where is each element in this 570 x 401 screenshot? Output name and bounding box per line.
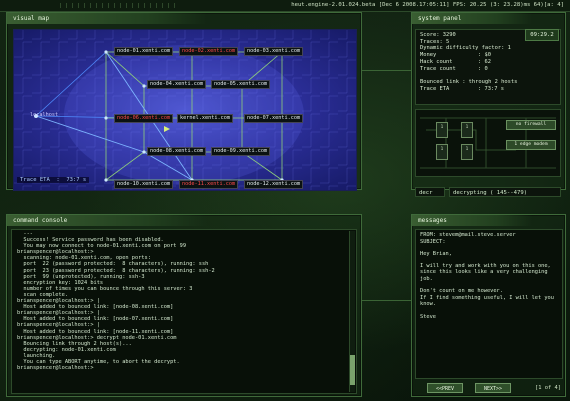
stat-trace-eta-value: : 73:7 s xyxy=(478,85,504,92)
visual-map-title: visual map xyxy=(7,13,207,24)
command-console-panel: command console --- Success! Service pas… xyxy=(6,214,362,397)
stat-traces: Traces: 5 xyxy=(420,38,450,45)
decrypt-label: decr xyxy=(415,187,445,197)
node-03[interactable]: node-03.xenti.com xyxy=(244,47,304,56)
message-navigation: <<PREV NEXT>> [1 of 4] xyxy=(415,383,563,393)
message-subject: SUBJECT: xyxy=(420,239,446,246)
stat-bounced-link: Bounced link : through 2 hosts xyxy=(420,78,518,85)
stat-row: Trace ETA : 73:7 s xyxy=(420,86,556,93)
stat-row xyxy=(420,72,556,79)
console-line: brianspencer@localhost:> xyxy=(17,365,97,372)
map-trace-label: Trace ETA xyxy=(20,177,50,183)
stat-row: Money : $0 xyxy=(420,52,556,59)
memory-chip-icon[interactable]: 1 xyxy=(461,122,473,138)
stat-money-value: : $0 xyxy=(478,52,491,59)
firewall-button[interactable]: no firewall xyxy=(506,120,556,130)
next-message-button[interactable]: NEXT>> xyxy=(475,383,511,393)
node-12[interactable]: node-12.xenti.com xyxy=(244,180,304,189)
node-11[interactable]: node-11.xenti.com xyxy=(179,180,239,189)
engine-status-text: heut.engine-2.01.024.beta [Dec 6 2008.17… xyxy=(291,2,564,8)
node-09[interactable]: node-09.xenti.com xyxy=(211,147,271,156)
stat-hack-value: : 62 xyxy=(478,58,491,65)
command-console-title: command console xyxy=(7,215,207,226)
stat-trace-count-value: : 0 xyxy=(478,65,488,72)
stat-score: Score: 3290 xyxy=(420,32,456,38)
stat-row: Hack count : 62 xyxy=(420,59,556,66)
engine-status-bar: heut.engine-2.01.024.beta [Dec 6 2008.17… xyxy=(0,0,570,12)
stat-row: Trace count : 0 xyxy=(420,66,556,73)
map-trace-value: 73:7 s xyxy=(66,177,87,183)
message-body: Hey Brian, I will try and work with you … xyxy=(420,250,554,320)
stat-hack-label: Hack count xyxy=(420,58,453,65)
node-10[interactable]: node-10.xenti.com xyxy=(114,180,174,189)
message-from: FROM: stevem@mail.steve.server xyxy=(420,232,516,238)
stat-row: Dynamic difficulty factor: 1 xyxy=(420,45,556,52)
divider xyxy=(362,70,411,71)
stat-money-label: Money xyxy=(420,52,437,59)
memory-chip-icon[interactable]: 1 xyxy=(461,144,473,160)
message-page-indicator: [1 of 4] xyxy=(535,385,561,391)
node-04[interactable]: node-04.xenti.com xyxy=(147,80,207,89)
modem-button[interactable]: 1 edge modem xyxy=(506,140,556,150)
game-clock: 09:29.2 xyxy=(525,29,559,41)
visual-map-panel: visual map localhost node-01.xenti.com n… xyxy=(6,12,362,191)
divider xyxy=(362,300,411,301)
node-08[interactable]: node-08.xenti.com xyxy=(147,147,207,156)
message-view: FROM: stevem@mail.steve.server SUBJECT: … xyxy=(415,229,563,379)
network-map[interactable]: localhost node-01.xenti.com node-02.xent… xyxy=(13,29,357,191)
system-panel: system panel Score: 3290 Traces: 5 Dynam… xyxy=(411,12,566,197)
console-lines: --- Success! Service password has been d… xyxy=(12,230,356,371)
console-scroll-thumb[interactable] xyxy=(350,355,355,385)
prev-message-button[interactable]: <<PREV xyxy=(427,383,463,393)
system-panel-title: system panel xyxy=(412,13,532,24)
cpu-chip-icon[interactable]: 1 xyxy=(436,122,448,138)
console-output[interactable]: --- Success! Service password has been d… xyxy=(11,229,357,394)
kernel-node[interactable]: kernel.xenti.com xyxy=(177,114,233,123)
decrypt-status: decrypting ( 145--479) xyxy=(449,187,561,197)
cpu-chip-icon[interactable]: 1 xyxy=(436,144,448,160)
node-05[interactable]: node-05.xenti.com xyxy=(211,80,271,89)
stat-trace-count-label: Trace count xyxy=(420,65,456,72)
stat-trace-eta-label: Trace ETA xyxy=(420,85,450,92)
messages-panel: messages FROM: stevem@mail.steve.server … xyxy=(411,214,566,397)
decrypt-row: decr decrypting ( 145--479) xyxy=(415,187,561,197)
node-01[interactable]: node-01.xenti.com xyxy=(114,47,174,56)
map-trace-eta: Trace ETA : 73:7 s xyxy=(17,177,90,183)
stat-row: Bounced link : through 2 hosts xyxy=(420,79,556,86)
ruler-ticks xyxy=(60,3,180,8)
node-02[interactable]: node-02.xenti.com xyxy=(179,47,239,56)
console-scrollbar[interactable] xyxy=(349,231,355,392)
localhost-node[interactable]: localhost xyxy=(28,112,60,119)
hardware-view: 1 1 1 1 no firewall 1 edge modem xyxy=(415,109,561,177)
node-06[interactable]: node-06.xenti.com xyxy=(114,114,174,123)
node-07[interactable]: node-07.xenti.com xyxy=(244,114,304,123)
messages-title: messages xyxy=(412,215,532,226)
stat-difficulty: Dynamic difficulty factor: 1 xyxy=(420,45,511,52)
